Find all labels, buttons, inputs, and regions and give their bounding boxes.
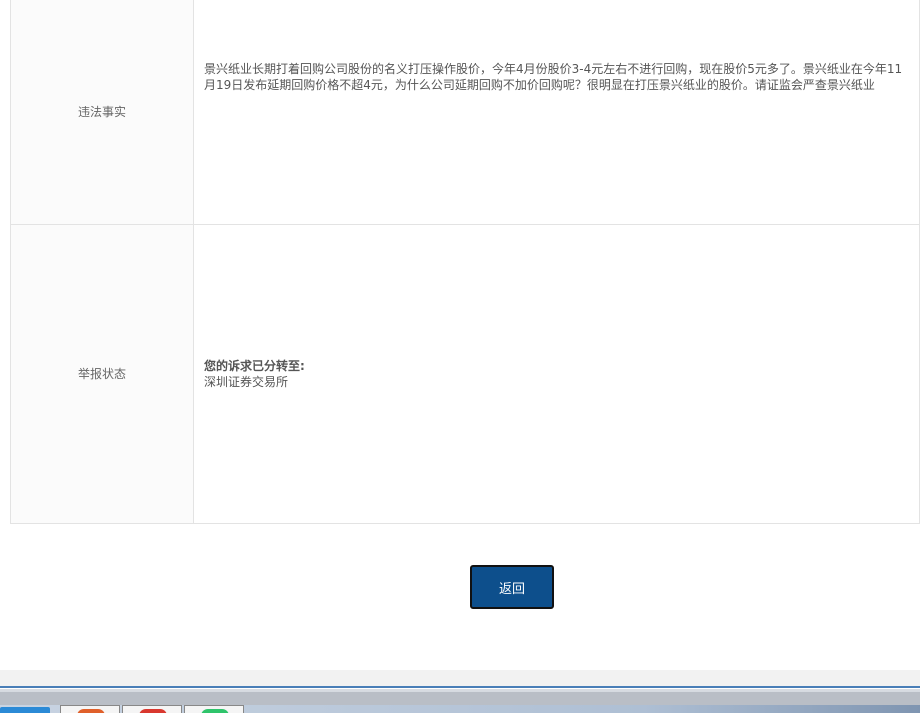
app-icon-orange bbox=[77, 709, 105, 713]
start-button-icon[interactable] bbox=[0, 707, 50, 713]
status-label: 举报状态 bbox=[10, 224, 194, 524]
status-value: 您的诉求已分转至: 深圳证券交易所 bbox=[193, 224, 920, 524]
taskbar-top-band bbox=[0, 692, 920, 706]
status-destination: 深圳证券交易所 bbox=[204, 375, 289, 389]
status-title: 您的诉求已分转至: bbox=[204, 359, 305, 373]
app-icon-green bbox=[201, 709, 229, 713]
facts-label: 违法事实 bbox=[10, 0, 194, 225]
report-detail-table: 违法事实 景兴纸业长期打着回购公司股份的名义打压操作股价，今年4月份股价3-4元… bbox=[10, 0, 920, 524]
table-row-status: 举报状态 您的诉求已分转至: 深圳证券交易所 bbox=[10, 224, 920, 524]
report-detail-page: 违法事实 景兴纸业长期打着回购公司股份的名义打压操作股价，今年4月份股价3-4元… bbox=[0, 0, 920, 713]
taskbar-app-button-2[interactable] bbox=[122, 705, 182, 713]
back-button[interactable]: 返回 bbox=[470, 565, 554, 609]
page-footer-strip bbox=[0, 670, 920, 686]
app-icon-red bbox=[139, 709, 167, 713]
facts-value: 景兴纸业长期打着回购公司股份的名义打压操作股价，今年4月份股价3-4元左右不进行… bbox=[193, 0, 920, 225]
table-row-facts: 违法事实 景兴纸业长期打着回购公司股份的名义打压操作股价，今年4月份股价3-4元… bbox=[10, 0, 920, 225]
taskbar-app-button-3[interactable] bbox=[184, 705, 244, 713]
taskbar bbox=[0, 688, 920, 713]
taskbar-app-button-1[interactable] bbox=[60, 705, 120, 713]
